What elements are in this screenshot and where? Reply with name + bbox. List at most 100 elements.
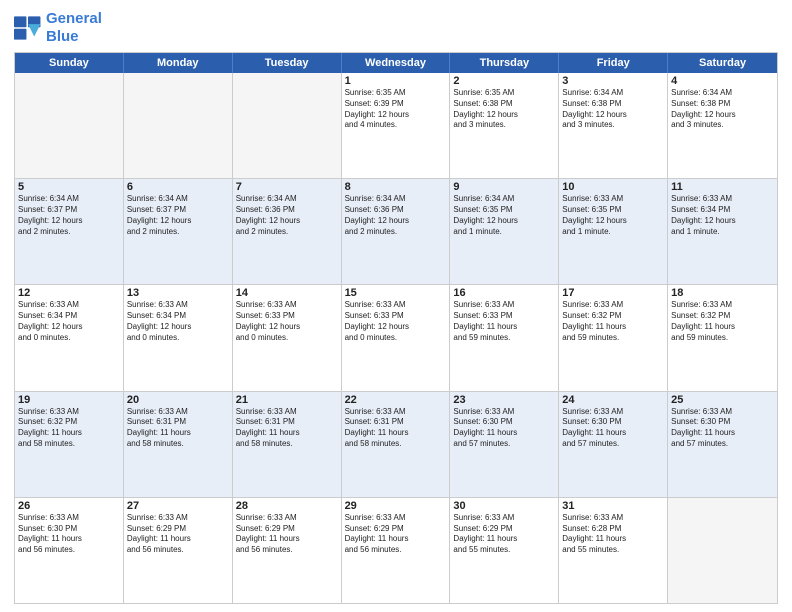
day-cell: 5Sunrise: 6:34 AM Sunset: 6:37 PM Daylig…: [15, 179, 124, 284]
day-cell: 3Sunrise: 6:34 AM Sunset: 6:38 PM Daylig…: [559, 73, 668, 178]
week-row: 26Sunrise: 6:33 AM Sunset: 6:30 PM Dayli…: [15, 497, 777, 603]
day-number: 25: [671, 394, 774, 406]
day-info: Sunrise: 6:33 AM Sunset: 6:29 PM Dayligh…: [345, 513, 447, 556]
day-cell: 21Sunrise: 6:33 AM Sunset: 6:31 PM Dayli…: [233, 392, 342, 497]
day-number: 14: [236, 287, 338, 299]
day-info: Sunrise: 6:33 AM Sunset: 6:35 PM Dayligh…: [562, 194, 664, 237]
day-number: 15: [345, 287, 447, 299]
day-cell: 7Sunrise: 6:34 AM Sunset: 6:36 PM Daylig…: [233, 179, 342, 284]
day-info: Sunrise: 6:35 AM Sunset: 6:39 PM Dayligh…: [345, 88, 447, 131]
day-number: 1: [345, 75, 447, 87]
day-cell: 18Sunrise: 6:33 AM Sunset: 6:32 PM Dayli…: [668, 285, 777, 390]
day-info: Sunrise: 6:33 AM Sunset: 6:30 PM Dayligh…: [671, 407, 774, 450]
day-number: 29: [345, 500, 447, 512]
day-info: Sunrise: 6:33 AM Sunset: 6:32 PM Dayligh…: [671, 300, 774, 343]
day-cell: [233, 73, 342, 178]
day-info: Sunrise: 6:33 AM Sunset: 6:34 PM Dayligh…: [671, 194, 774, 237]
day-cell: 9Sunrise: 6:34 AM Sunset: 6:35 PM Daylig…: [450, 179, 559, 284]
week-row: 1Sunrise: 6:35 AM Sunset: 6:39 PM Daylig…: [15, 73, 777, 178]
day-cell: 10Sunrise: 6:33 AM Sunset: 6:35 PM Dayli…: [559, 179, 668, 284]
day-info: Sunrise: 6:33 AM Sunset: 6:32 PM Dayligh…: [562, 300, 664, 343]
day-info: Sunrise: 6:35 AM Sunset: 6:38 PM Dayligh…: [453, 88, 555, 131]
day-number: 21: [236, 394, 338, 406]
day-number: 22: [345, 394, 447, 406]
day-header: Monday: [124, 53, 233, 73]
day-cell: 16Sunrise: 6:33 AM Sunset: 6:33 PM Dayli…: [450, 285, 559, 390]
day-number: 10: [562, 181, 664, 193]
day-number: 2: [453, 75, 555, 87]
day-number: 28: [236, 500, 338, 512]
day-number: 13: [127, 287, 229, 299]
day-number: 16: [453, 287, 555, 299]
day-cell: 4Sunrise: 6:34 AM Sunset: 6:38 PM Daylig…: [668, 73, 777, 178]
day-cell: 30Sunrise: 6:33 AM Sunset: 6:29 PM Dayli…: [450, 498, 559, 603]
day-info: Sunrise: 6:34 AM Sunset: 6:36 PM Dayligh…: [345, 194, 447, 237]
day-info: Sunrise: 6:34 AM Sunset: 6:36 PM Dayligh…: [236, 194, 338, 237]
day-cell: [124, 73, 233, 178]
day-info: Sunrise: 6:33 AM Sunset: 6:28 PM Dayligh…: [562, 513, 664, 556]
day-info: Sunrise: 6:33 AM Sunset: 6:31 PM Dayligh…: [345, 407, 447, 450]
day-header: Sunday: [15, 53, 124, 73]
day-info: Sunrise: 6:33 AM Sunset: 6:30 PM Dayligh…: [18, 513, 120, 556]
day-number: 31: [562, 500, 664, 512]
day-cell: 29Sunrise: 6:33 AM Sunset: 6:29 PM Dayli…: [342, 498, 451, 603]
day-info: Sunrise: 6:34 AM Sunset: 6:38 PM Dayligh…: [562, 88, 664, 131]
calendar-page: GeneralBlue SundayMondayTuesdayWednesday…: [0, 0, 792, 612]
day-info: Sunrise: 6:34 AM Sunset: 6:38 PM Dayligh…: [671, 88, 774, 131]
day-info: Sunrise: 6:33 AM Sunset: 6:33 PM Dayligh…: [236, 300, 338, 343]
day-number: 11: [671, 181, 774, 193]
day-header: Wednesday: [342, 53, 451, 73]
day-cell: 13Sunrise: 6:33 AM Sunset: 6:34 PM Dayli…: [124, 285, 233, 390]
day-cell: 25Sunrise: 6:33 AM Sunset: 6:30 PM Dayli…: [668, 392, 777, 497]
day-cell: 26Sunrise: 6:33 AM Sunset: 6:30 PM Dayli…: [15, 498, 124, 603]
calendar: SundayMondayTuesdayWednesdayThursdayFrid…: [14, 52, 778, 604]
day-number: 8: [345, 181, 447, 193]
day-info: Sunrise: 6:33 AM Sunset: 6:32 PM Dayligh…: [18, 407, 120, 450]
day-cell: 14Sunrise: 6:33 AM Sunset: 6:33 PM Dayli…: [233, 285, 342, 390]
day-info: Sunrise: 6:33 AM Sunset: 6:33 PM Dayligh…: [345, 300, 447, 343]
day-cell: 27Sunrise: 6:33 AM Sunset: 6:29 PM Dayli…: [124, 498, 233, 603]
day-info: Sunrise: 6:33 AM Sunset: 6:29 PM Dayligh…: [453, 513, 555, 556]
day-info: Sunrise: 6:33 AM Sunset: 6:31 PM Dayligh…: [236, 407, 338, 450]
day-cell: [15, 73, 124, 178]
day-info: Sunrise: 6:34 AM Sunset: 6:37 PM Dayligh…: [127, 194, 229, 237]
day-cell: 8Sunrise: 6:34 AM Sunset: 6:36 PM Daylig…: [342, 179, 451, 284]
day-info: Sunrise: 6:33 AM Sunset: 6:30 PM Dayligh…: [562, 407, 664, 450]
day-cell: 12Sunrise: 6:33 AM Sunset: 6:34 PM Dayli…: [15, 285, 124, 390]
day-header: Tuesday: [233, 53, 342, 73]
calendar-body: 1Sunrise: 6:35 AM Sunset: 6:39 PM Daylig…: [15, 73, 777, 603]
day-header: Thursday: [450, 53, 559, 73]
day-cell: 24Sunrise: 6:33 AM Sunset: 6:30 PM Dayli…: [559, 392, 668, 497]
day-info: Sunrise: 6:33 AM Sunset: 6:29 PM Dayligh…: [236, 513, 338, 556]
day-cell: [668, 498, 777, 603]
day-info: Sunrise: 6:34 AM Sunset: 6:35 PM Dayligh…: [453, 194, 555, 237]
day-cell: 17Sunrise: 6:33 AM Sunset: 6:32 PM Dayli…: [559, 285, 668, 390]
day-info: Sunrise: 6:33 AM Sunset: 6:29 PM Dayligh…: [127, 513, 229, 556]
day-cell: 19Sunrise: 6:33 AM Sunset: 6:32 PM Dayli…: [15, 392, 124, 497]
day-number: 20: [127, 394, 229, 406]
day-number: 9: [453, 181, 555, 193]
day-cell: 23Sunrise: 6:33 AM Sunset: 6:30 PM Dayli…: [450, 392, 559, 497]
day-cell: 20Sunrise: 6:33 AM Sunset: 6:31 PM Dayli…: [124, 392, 233, 497]
day-number: 4: [671, 75, 774, 87]
day-headers: SundayMondayTuesdayWednesdayThursdayFrid…: [15, 53, 777, 73]
day-cell: 31Sunrise: 6:33 AM Sunset: 6:28 PM Dayli…: [559, 498, 668, 603]
day-info: Sunrise: 6:33 AM Sunset: 6:33 PM Dayligh…: [453, 300, 555, 343]
week-row: 5Sunrise: 6:34 AM Sunset: 6:37 PM Daylig…: [15, 178, 777, 284]
day-cell: 2Sunrise: 6:35 AM Sunset: 6:38 PM Daylig…: [450, 73, 559, 178]
day-number: 30: [453, 500, 555, 512]
day-number: 27: [127, 500, 229, 512]
day-cell: 1Sunrise: 6:35 AM Sunset: 6:39 PM Daylig…: [342, 73, 451, 178]
day-cell: 28Sunrise: 6:33 AM Sunset: 6:29 PM Dayli…: [233, 498, 342, 603]
day-number: 7: [236, 181, 338, 193]
week-row: 19Sunrise: 6:33 AM Sunset: 6:32 PM Dayli…: [15, 391, 777, 497]
day-number: 12: [18, 287, 120, 299]
day-header: Friday: [559, 53, 668, 73]
day-cell: 6Sunrise: 6:34 AM Sunset: 6:37 PM Daylig…: [124, 179, 233, 284]
day-info: Sunrise: 6:34 AM Sunset: 6:37 PM Dayligh…: [18, 194, 120, 237]
day-info: Sunrise: 6:33 AM Sunset: 6:34 PM Dayligh…: [127, 300, 229, 343]
day-number: 26: [18, 500, 120, 512]
day-number: 3: [562, 75, 664, 87]
page-header: GeneralBlue: [14, 10, 778, 46]
day-info: Sunrise: 6:33 AM Sunset: 6:34 PM Dayligh…: [18, 300, 120, 343]
